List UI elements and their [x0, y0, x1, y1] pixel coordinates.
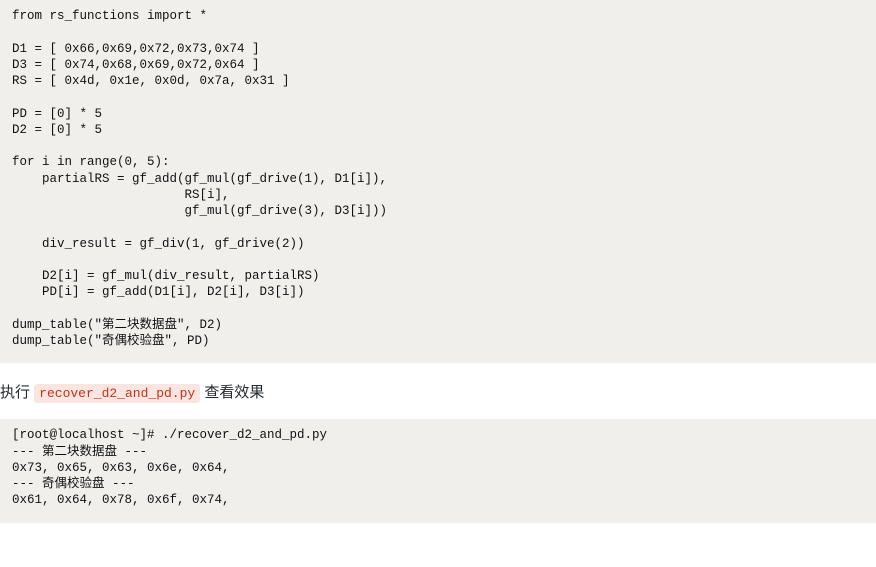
source-code: from rs_functions import * D1 = [ 0x66,0…: [12, 9, 387, 348]
description-paragraph: 执行 recover_d2_and_pd.py 查看效果: [0, 381, 876, 405]
output-code-block: [root@localhost ~]# ./recover_d2_and_pd.…: [0, 419, 876, 522]
desc-suffix: 查看效果: [200, 384, 264, 401]
filename-code: recover_d2_and_pd.py: [34, 384, 200, 403]
output-code: [root@localhost ~]# ./recover_d2_and_pd.…: [12, 428, 327, 507]
source-code-block: from rs_functions import * D1 = [ 0x66,0…: [0, 0, 876, 363]
desc-prefix: 执行: [0, 384, 34, 401]
